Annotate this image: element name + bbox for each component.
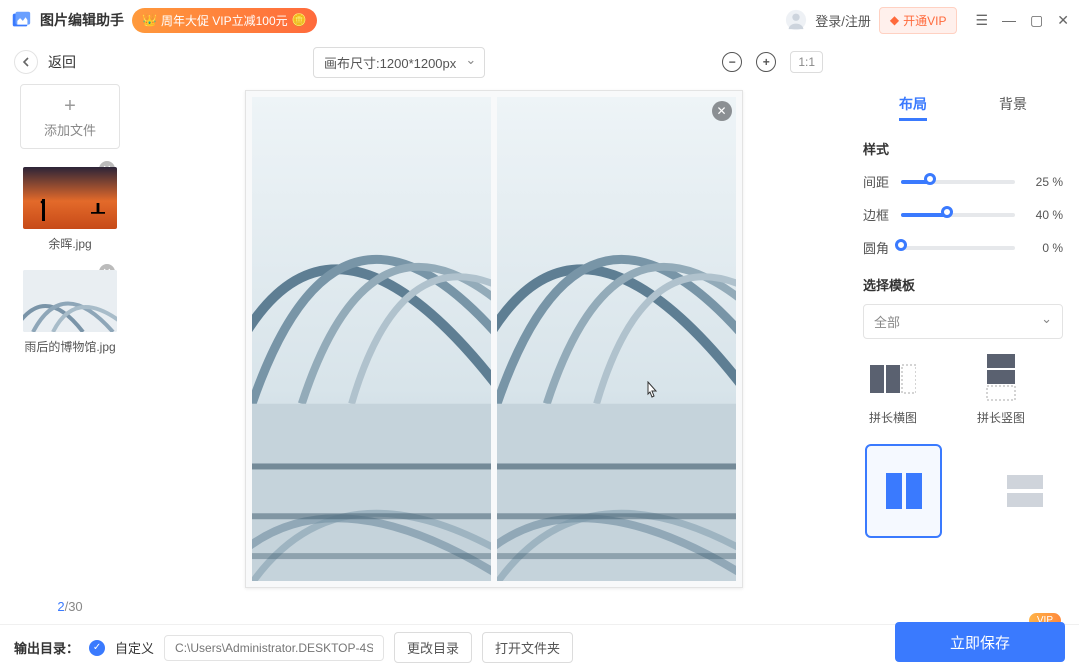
slider-label: 边框 xyxy=(863,205,893,224)
menu-icon[interactable]: ☰ xyxy=(975,12,988,29)
add-file-label: 添加文件 xyxy=(44,120,96,139)
counter-total: /30 xyxy=(65,599,83,614)
add-file-button[interactable]: + 添加文件 xyxy=(20,84,120,149)
tab-background[interactable]: 背景 xyxy=(999,90,1027,121)
vip-crown-icon: 👑 xyxy=(142,13,157,27)
remove-pane-icon[interactable]: ✕ xyxy=(712,101,732,121)
slider-value: 40 % xyxy=(1023,208,1063,222)
check-icon[interactable]: ✓ xyxy=(89,640,105,656)
spacing-slider[interactable]: 间距 25 % xyxy=(863,172,1063,191)
counter-current: 2 xyxy=(57,599,64,614)
canvas-size-select[interactable]: 画布尺寸:1200*1200px xyxy=(313,47,485,78)
pointer-cursor-icon xyxy=(644,381,660,401)
open-vip-button[interactable]: ◆ 开通VIP xyxy=(879,7,958,34)
slider-value: 0 % xyxy=(1023,241,1063,255)
login-link[interactable]: 登录/注册 xyxy=(815,11,871,30)
save-button[interactable]: 立即保存 xyxy=(895,622,1065,662)
app-logo-icon xyxy=(10,9,32,31)
thumbnail-label: 雨后的博物馆.jpg xyxy=(23,338,117,355)
canvas-pane-left[interactable] xyxy=(252,97,491,581)
thumbnail-item[interactable]: ✕ 雨后的博物馆.jpg xyxy=(23,270,117,355)
title-bar: 图片编辑助手 👑 周年大促 VIP立减100元 🪙 登录/注册 ◆ 开通VIP … xyxy=(0,0,1079,40)
avatar-icon[interactable] xyxy=(785,9,807,31)
template-2row[interactable] xyxy=(986,444,1063,538)
vip-button-label: 开通VIP xyxy=(903,12,946,29)
zoom-in-button[interactable]: + xyxy=(756,52,776,72)
thumbnail-image-sunset xyxy=(23,167,117,229)
template-vertical-strip[interactable]: 拼长竖图 xyxy=(977,359,1025,426)
canvas-area: ✕ xyxy=(140,84,847,624)
maximize-icon[interactable]: ▢ xyxy=(1030,12,1043,29)
panel-tabs: 布局 背景 xyxy=(863,90,1063,121)
ratio-button[interactable]: 1:1 xyxy=(790,51,823,73)
template-2col[interactable] xyxy=(865,444,942,538)
right-panel: 布局 背景 样式 间距 25 % 边框 40 % 圆角 0 % 选择模板 全部 xyxy=(847,84,1079,624)
app-title: 图片编辑助手 xyxy=(40,10,124,30)
minimize-icon[interactable]: — xyxy=(1002,12,1016,29)
chevron-left-icon xyxy=(21,57,31,67)
diamond-icon: ◆ xyxy=(890,13,899,27)
canvas-pane-right[interactable] xyxy=(497,97,736,581)
back-label[interactable]: 返回 xyxy=(48,52,76,72)
zoom-out-button[interactable]: − xyxy=(722,52,742,72)
template-label: 拼长竖图 xyxy=(977,409,1025,426)
thumbnail-image-museum xyxy=(23,270,117,332)
top-controls: 返回 画布尺寸:1200*1200px − + 1:1 xyxy=(0,40,1079,84)
custom-label: 自定义 xyxy=(115,638,154,657)
template-row-layouts xyxy=(863,444,1063,538)
file-counter: 2/30 xyxy=(57,599,82,614)
template-filter-select[interactable]: 全部 xyxy=(863,304,1063,339)
template-label: 拼长横图 xyxy=(869,409,917,426)
back-button[interactable] xyxy=(14,50,38,74)
coin-icon: 🪙 xyxy=(292,13,307,27)
border-slider[interactable]: 边框 40 % xyxy=(863,205,1063,224)
style-section-title: 样式 xyxy=(863,139,1063,158)
promo-text: 周年大促 VIP立减100元 xyxy=(161,12,288,29)
template-horizontal-strip[interactable]: 拼长横图 xyxy=(869,359,917,426)
slider-track[interactable] xyxy=(901,246,1015,250)
radius-slider[interactable]: 圆角 0 % xyxy=(863,238,1063,257)
slider-value: 25 % xyxy=(1023,175,1063,189)
output-dir-label: 输出目录： xyxy=(14,638,79,657)
template-row-strip: 拼长横图 拼长竖图 xyxy=(863,359,1063,426)
slider-track[interactable] xyxy=(901,180,1015,184)
file-sidebar: + 添加文件 ✕ 余晖.jpg ✕ 雨后的博物馆.jpg 2/30 xyxy=(0,84,140,624)
close-icon[interactable]: ✕ xyxy=(1057,12,1069,29)
output-path-input[interactable] xyxy=(164,635,384,661)
change-dir-button[interactable]: 更改目录 xyxy=(394,632,472,663)
promo-badge[interactable]: 👑 周年大促 VIP立减100元 🪙 xyxy=(132,8,317,33)
slider-label: 圆角 xyxy=(863,238,893,257)
canvas-frame[interactable]: ✕ xyxy=(245,90,743,588)
template-section-title: 选择模板 xyxy=(863,275,1063,294)
thumbnail-item[interactable]: ✕ 余晖.jpg xyxy=(23,167,117,252)
thumbnail-label: 余晖.jpg xyxy=(23,235,117,252)
window-controls: ☰ — ▢ ✕ xyxy=(975,12,1069,29)
tab-layout[interactable]: 布局 xyxy=(899,90,927,121)
main-area: + 添加文件 ✕ 余晖.jpg ✕ 雨后的博物馆.jpg 2/30 xyxy=(0,84,1079,624)
open-folder-button[interactable]: 打开文件夹 xyxy=(482,632,573,663)
slider-label: 间距 xyxy=(863,172,893,191)
plus-icon: + xyxy=(64,95,76,118)
slider-track[interactable] xyxy=(901,213,1015,217)
